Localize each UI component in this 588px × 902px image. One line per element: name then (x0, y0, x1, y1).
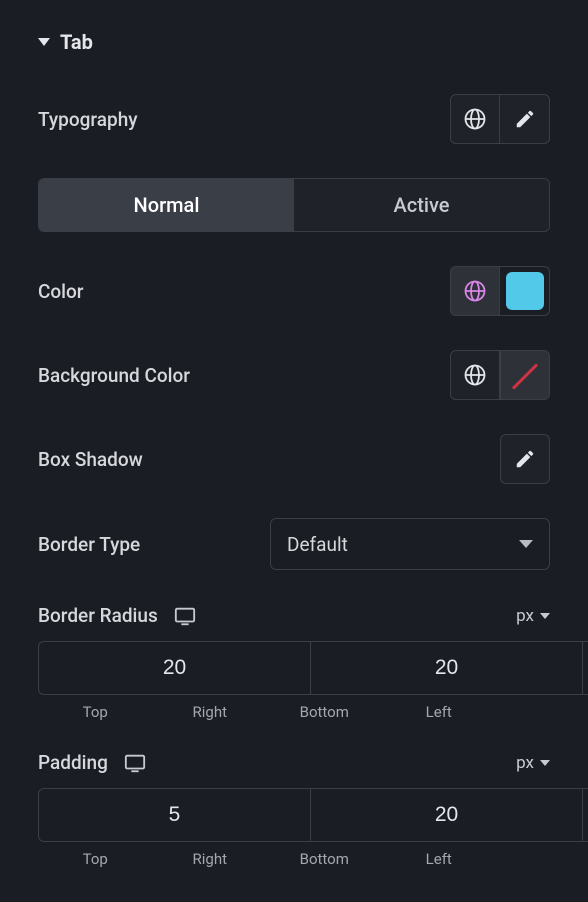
typography-edit-button[interactable] (500, 94, 550, 144)
label-right: Right (153, 850, 268, 868)
chevron-down-icon (540, 613, 550, 619)
globe-icon (463, 363, 487, 387)
padding-unit-select[interactable]: px (516, 753, 550, 773)
bgcolor-label: Background Color (38, 364, 190, 387)
borderradius-right-input[interactable] (310, 641, 582, 695)
padding-label: Padding (38, 751, 108, 774)
label-top: Top (38, 850, 153, 868)
padding-bottom-input[interactable] (582, 788, 588, 842)
boxshadow-edit-button[interactable] (500, 434, 550, 484)
label-top: Top (38, 703, 153, 721)
pencil-icon (514, 108, 536, 130)
boxshadow-label: Box Shadow (38, 448, 143, 471)
section-title: Tab (60, 30, 93, 54)
globe-icon (463, 107, 487, 131)
globe-icon (463, 279, 487, 303)
padding-unit: px (516, 753, 534, 773)
pencil-icon (514, 448, 536, 470)
bordertype-label: Border Type (38, 533, 140, 556)
label-left: Left (382, 850, 497, 868)
color-global-button[interactable] (450, 266, 500, 316)
bordertype-value: Default (287, 533, 348, 556)
borderradius-unit: px (516, 606, 534, 626)
label-bottom: Bottom (267, 703, 382, 721)
bordertype-select[interactable]: Default (270, 518, 550, 570)
chevron-down-icon (519, 540, 533, 548)
borderradius-top-input[interactable] (38, 641, 310, 695)
bgcolor-global-button[interactable] (450, 350, 500, 400)
responsive-icon[interactable] (174, 606, 196, 626)
borderradius-label: Border Radius (38, 604, 158, 627)
label-left: Left (382, 703, 497, 721)
section-toggle-tab[interactable]: Tab (38, 30, 550, 54)
chevron-down-icon (540, 760, 550, 766)
state-tabs: Normal Active (38, 178, 550, 232)
borderradius-bottom-input[interactable] (582, 641, 588, 695)
responsive-icon[interactable] (124, 753, 146, 773)
color-swatch (506, 272, 544, 310)
label-right: Right (153, 703, 268, 721)
caret-down-icon (38, 38, 50, 46)
color-label: Color (38, 280, 84, 303)
tab-active[interactable]: Active (294, 179, 549, 231)
typography-global-button[interactable] (450, 94, 500, 144)
no-color-icon (506, 356, 544, 394)
typography-label: Typography (38, 108, 138, 131)
label-bottom: Bottom (267, 850, 382, 868)
borderradius-unit-select[interactable]: px (516, 606, 550, 626)
tab-normal[interactable]: Normal (39, 179, 294, 231)
padding-top-input[interactable] (38, 788, 310, 842)
bgcolor-picker-button[interactable] (500, 350, 550, 400)
color-picker-button[interactable] (500, 266, 550, 316)
padding-right-input[interactable] (310, 788, 582, 842)
